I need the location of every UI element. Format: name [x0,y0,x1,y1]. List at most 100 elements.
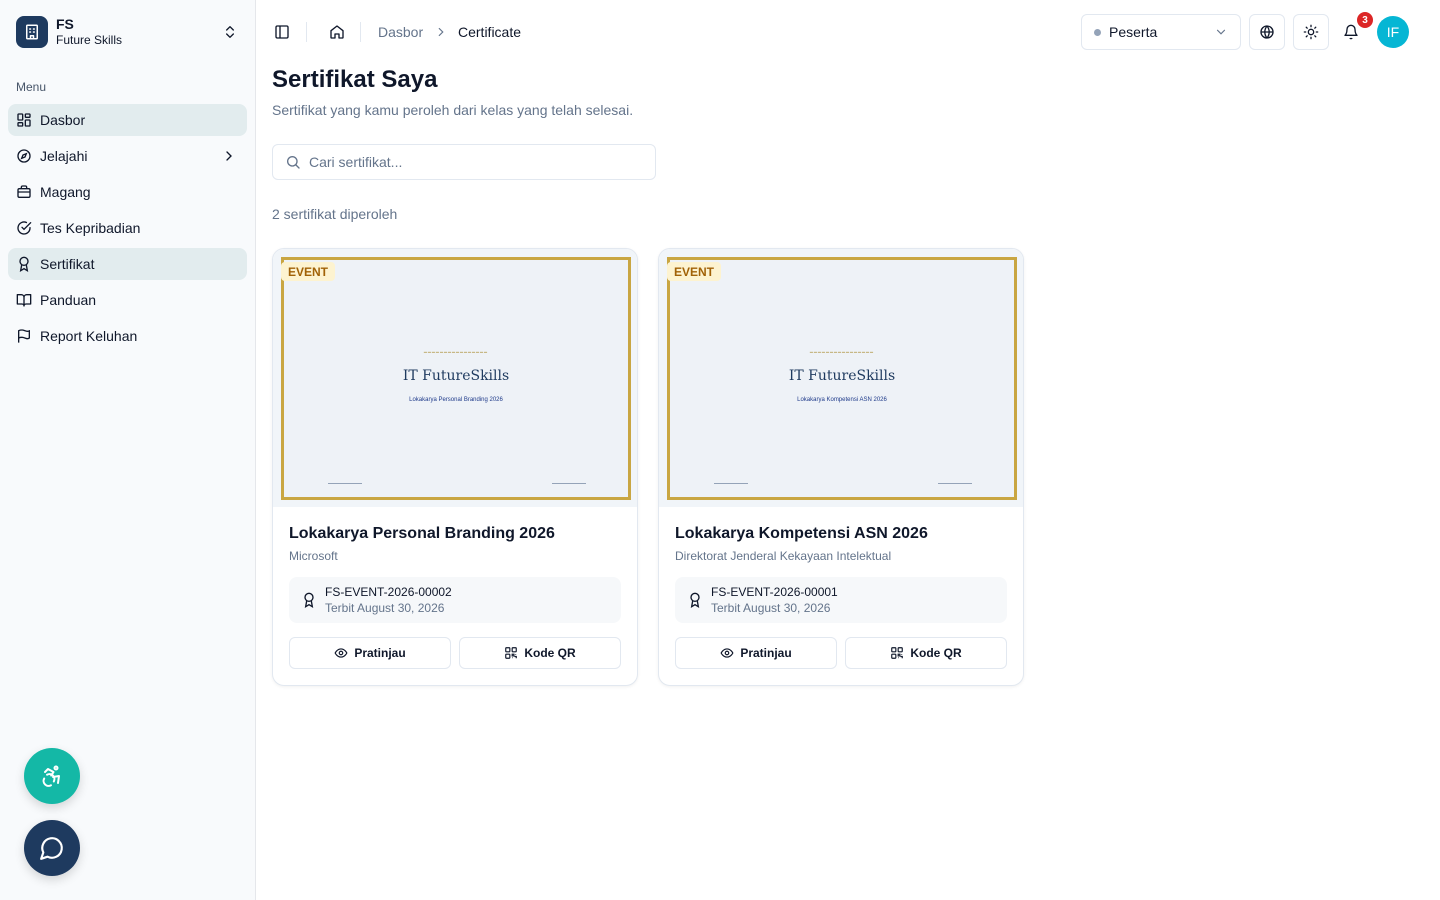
preview-button-label: Pratinjau [740,646,792,660]
breadcrumb-current: Certificate [458,24,522,40]
sidebar-item-panduan[interactable]: Panduan [8,284,247,316]
certificate-issued-date: Terbit August 30, 2026 [325,601,445,615]
globe-icon [1260,25,1274,39]
divider [360,22,361,42]
compass-icon [17,149,31,163]
panel-left-icon [275,25,289,39]
sidebar-nav: Dasbor Jelajahi Magang Tes Kepribadian S… [8,104,247,356]
home-link[interactable] [327,22,347,42]
avatar[interactable]: IF [1377,16,1409,48]
brand-abbr: FS [56,16,74,32]
certificate-card: ━━━━━━━━━━━━━━━━ IT FutureSkills Lokakar… [272,248,638,686]
preview-button[interactable]: Pratinjau [675,637,837,669]
book-icon [16,294,32,307]
event-tag: EVENT [667,262,722,281]
certificate-info: FS-EVENT-2026-00001 Terbit August 30, 20… [675,577,1007,623]
eye-icon [334,648,348,658]
certificate-preview: ━━━━━━━━━━━━━━━━ IT FutureSkills Lokakar… [281,257,631,500]
qr-code-icon [505,647,518,659]
certificate-organizer: Direktorat Jenderal Kekayaan Intelektual [675,549,892,563]
chat-bubble-icon [40,837,63,860]
certificate-id: FS-EVENT-2026-00002 [325,585,452,599]
certificate-title: Lokakarya Personal Branding 2026 [289,525,555,542]
briefcase-icon [17,185,31,198]
qr-code-button-label: Kode QR [910,646,962,660]
sidebar-item-label: Tes Kepribadian [40,220,141,236]
certificate-preview: ━━━━━━━━━━━━━━━━ IT FutureSkills Lokakar… [667,257,1017,500]
certificate-org: IT FutureSkills [402,368,510,384]
certificate-title: Lokakarya Kompetensi ASN 2026 [675,525,928,542]
breadcrumb-dasbor[interactable]: Dasbor [378,24,423,40]
sidebar-item-report-keluhan[interactable]: Report Keluhan [8,320,247,352]
award-icon [690,592,700,608]
eye-icon [720,648,734,658]
certificate-event: Lokakarya Kompetensi ASN 2026 [797,397,887,403]
certificate-id: FS-EVENT-2026-00001 [711,585,838,599]
signature-line [328,483,362,484]
chat-button[interactable] [24,820,80,876]
flag-icon [18,329,30,343]
page-title: Sertifikat Saya [272,66,438,93]
bell-icon [1344,24,1358,40]
page-subtitle: Sertifikat yang kamu peroleh dari kelas … [272,102,634,118]
dashboard-icon [17,113,31,127]
role-select[interactable]: Peserta [1081,14,1241,50]
certificate-thumbnail[interactable]: ━━━━━━━━━━━━━━━━ IT FutureSkills Lokakar… [273,249,637,507]
award-icon [19,256,29,272]
qr-code-icon [891,647,904,659]
chevrons-up-down-icon [226,26,234,38]
menu-label: Menu [16,80,47,94]
chevron-right-icon [438,27,444,37]
home-icon [330,25,344,39]
event-tag: EVENT [281,262,336,281]
sidebar-item-sertifikat[interactable]: Sertifikat [8,248,247,280]
role-select-value: Peserta [1109,24,1158,40]
search-icon [287,156,300,169]
notification-badge: 3 [1357,12,1373,28]
toggle-sidebar-button[interactable] [272,22,292,42]
accessibility-button[interactable] [24,748,80,804]
theme-toggle-button[interactable] [1293,14,1329,50]
sidebar-item-tes-kepribadian[interactable]: Tes Kepribadian [8,212,247,244]
status-dot [1094,28,1101,36]
building-icon [16,16,48,48]
sun-icon [1303,24,1319,40]
qr-code-button-label: Kode QR [524,646,576,660]
sidebar-item-label: Dasbor [40,112,86,128]
preview-button[interactable]: Pratinjau [289,637,451,669]
certificate-card: ━━━━━━━━━━━━━━━━ IT FutureSkills Lokakar… [658,248,1024,686]
sidebar-item-label: Magang [40,184,91,200]
accessibility-icon [42,765,60,787]
certificate-heading-decoration: ━━━━━━━━━━━━━━━━ [809,350,875,356]
qr-code-button[interactable]: Kode QR [845,637,1007,669]
certificate-event: Lokakarya Personal Branding 2026 [409,397,503,403]
signature-line [938,483,972,484]
certificate-count: 2 sertifikat diperoleh [272,206,398,222]
certificate-organizer: Microsoft [289,549,338,563]
search-box [272,144,656,180]
certificate-issued-date: Terbit August 30, 2026 [711,601,831,615]
award-icon [304,592,314,608]
certificate-heading-decoration: ━━━━━━━━━━━━━━━━ [423,350,489,356]
sidebar-item-dasbor[interactable]: Dasbor [8,104,247,136]
sidebar: FS Future Skills Menu Dasbor Jelajahi Ma… [0,0,256,900]
search-input[interactable] [309,154,643,170]
chevron-right-icon [226,151,232,161]
certificate-org: IT FutureSkills [788,368,896,384]
language-button[interactable] [1249,14,1285,50]
certificate-info: FS-EVENT-2026-00002 Terbit August 30, 20… [289,577,621,623]
top-bar: Dasbor Certificate Peserta 3 IF [256,0,1440,64]
qr-code-button[interactable]: Kode QR [459,637,621,669]
brand-switcher[interactable]: FS Future Skills [16,16,240,48]
brand-name: Future Skills [56,33,123,47]
chevron-down-icon [1216,29,1226,35]
check-circle-icon [17,221,32,235]
signature-line [552,483,586,484]
divider [306,22,307,42]
signature-line [714,483,748,484]
sidebar-item-magang[interactable]: Magang [8,176,247,208]
certificate-thumbnail[interactable]: ━━━━━━━━━━━━━━━━ IT FutureSkills Lokakar… [659,249,1023,507]
sidebar-item-jelajahi[interactable]: Jelajahi [8,140,247,172]
sidebar-item-label: Report Keluhan [40,328,138,344]
sidebar-item-label: Sertifikat [40,256,95,272]
